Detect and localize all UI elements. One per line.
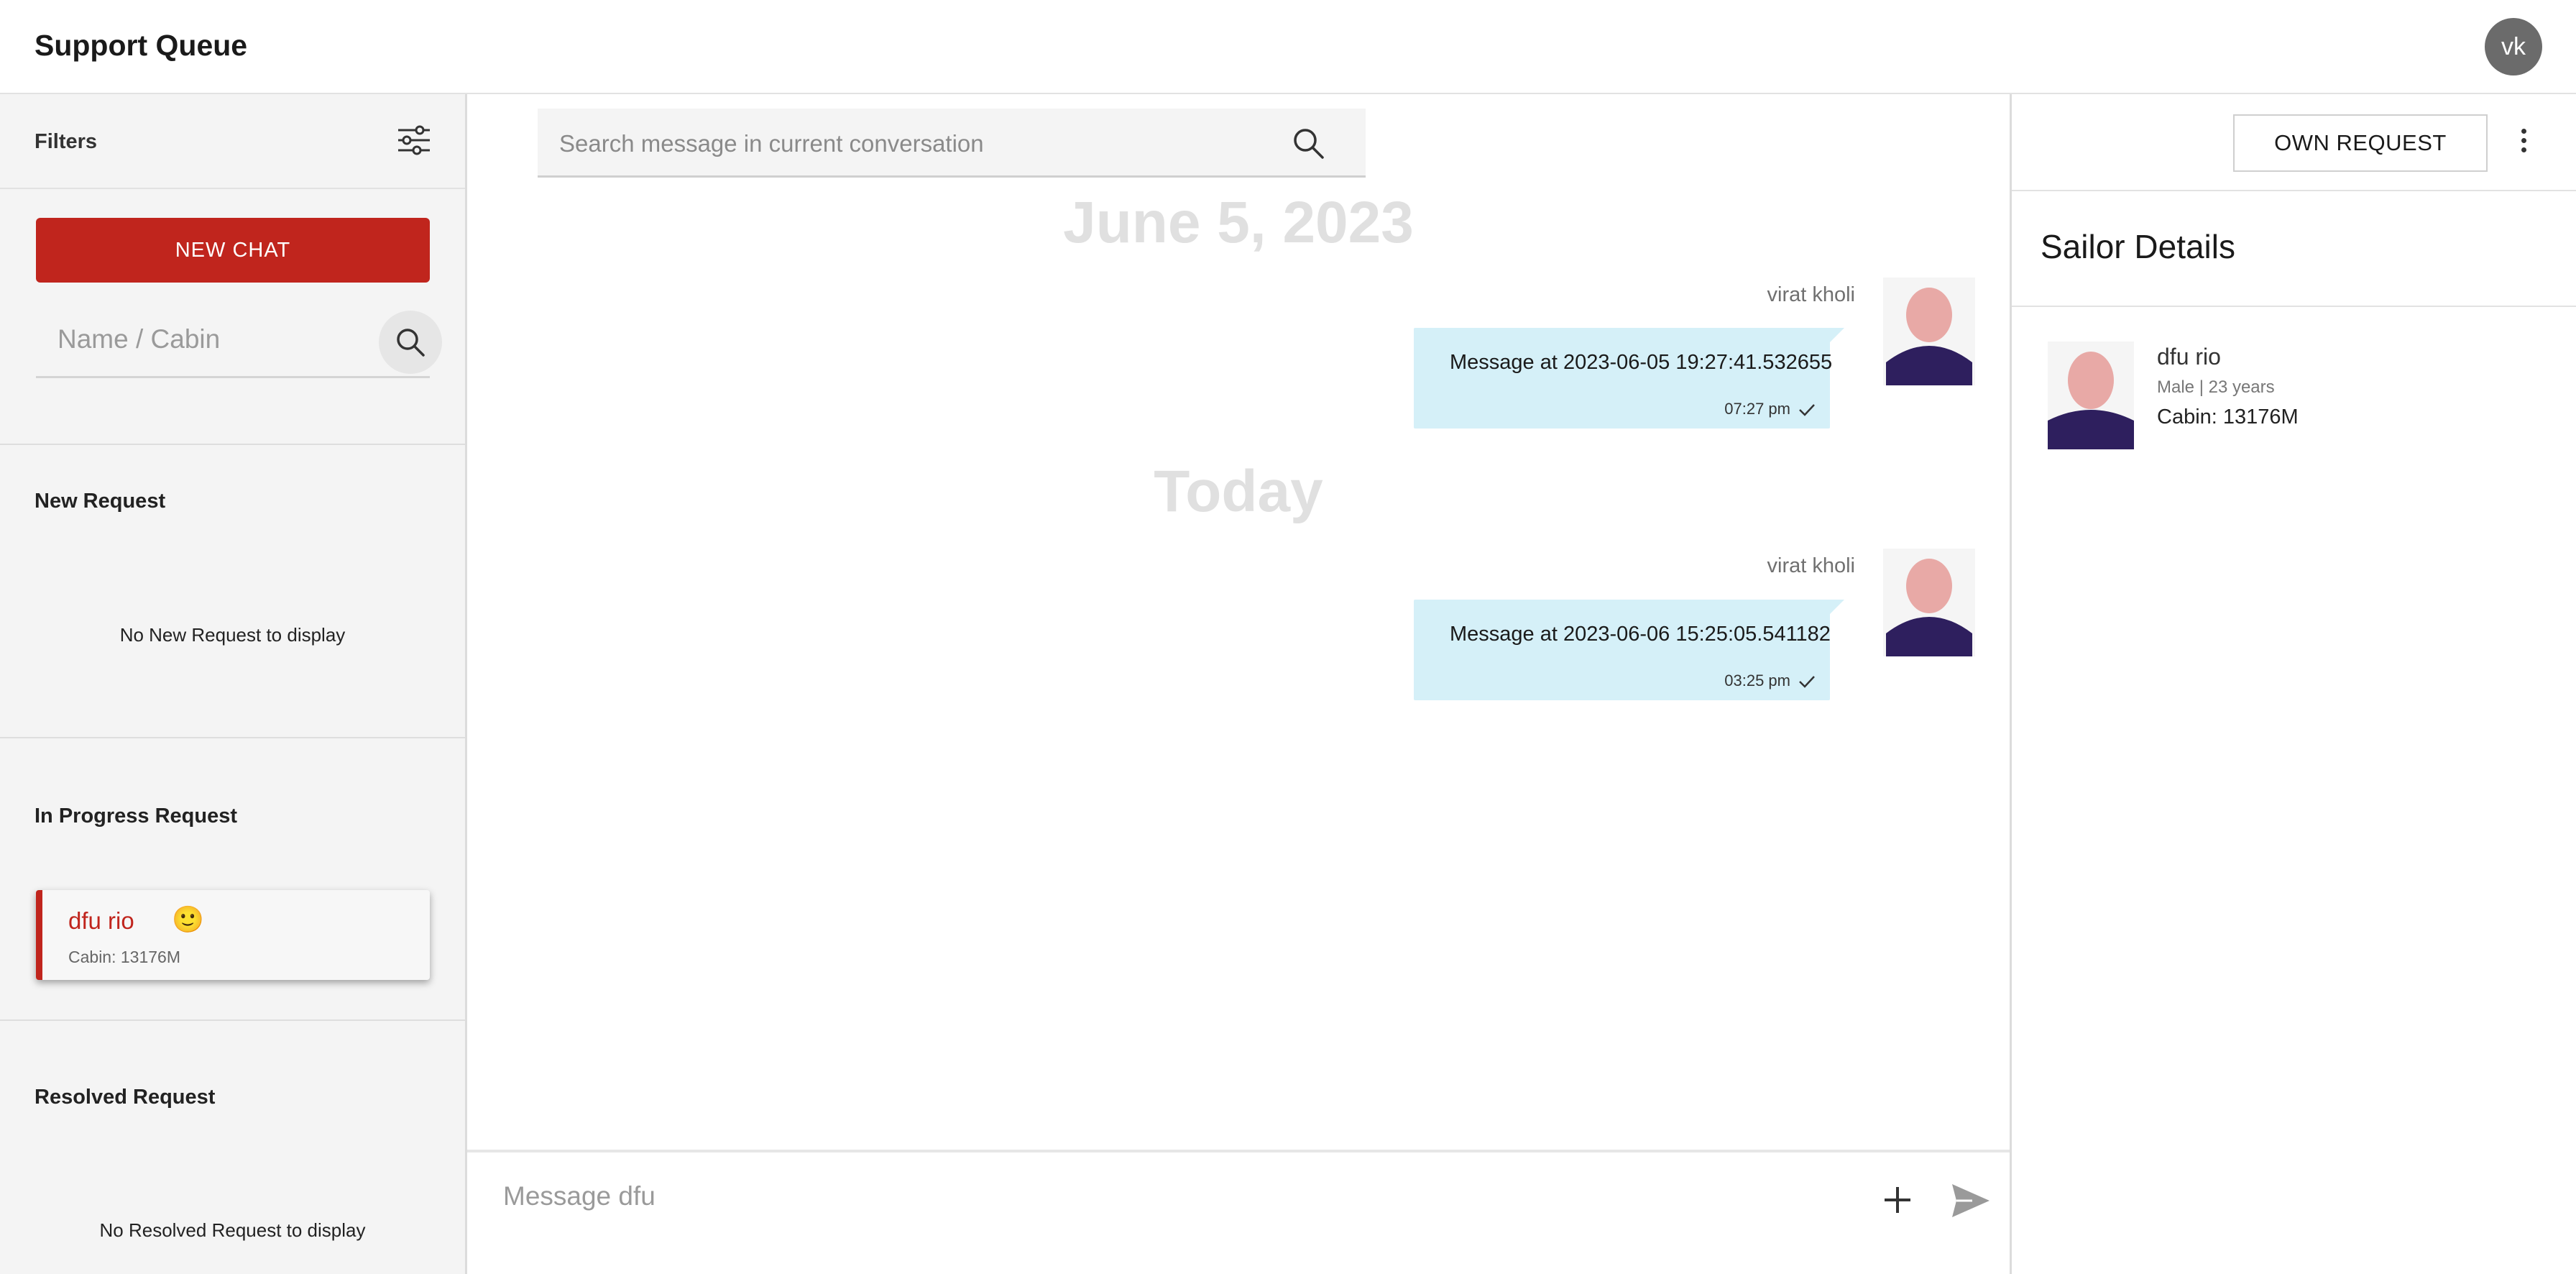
user-avatar[interactable]: vk [2485, 18, 2542, 75]
new-request-empty: No New Request to display [119, 624, 346, 646]
in-progress-request-card[interactable]: dfu rio 🙂 Cabin: 13176M [36, 890, 430, 980]
sailor-cabin: Cabin: 13176M [2157, 405, 2299, 429]
name-cabin-search-input[interactable]: Name / Cabin [58, 324, 220, 354]
section-divider [0, 1019, 465, 1021]
message-text: Message at 2023-06-06 15:25:05.541182 [1450, 623, 1831, 646]
more-options-icon[interactable] [2519, 129, 2528, 157]
message-bubble: Message at 2023-06-06 15:25:05.541182 03… [1414, 600, 1844, 700]
message-time: 03:25 pm [1724, 672, 1790, 689]
message-text: Message at 2023-06-05 19:27:41.532655 [1450, 351, 1833, 374]
check-icon [1799, 404, 1815, 416]
sender-avatar [1883, 278, 1975, 385]
app-title: Support Queue [34, 29, 248, 62]
sailor-meta: Male | 23 years [2157, 377, 2275, 397]
date-separator: Today [1154, 459, 1323, 524]
queue-sidebar: Filters NEW CHAT Name / Cabin New Reques… [0, 94, 467, 1274]
message-input[interactable]: Message dfu [503, 1181, 656, 1211]
message-composer: Message dfu [467, 1150, 2010, 1274]
top-header: Support Queue vk [0, 0, 2576, 94]
request-cabin: Cabin: 13176M [68, 948, 180, 966]
name-cabin-search[interactable]: Name / Cabin [36, 306, 442, 378]
section-divider [0, 737, 465, 738]
sailor-name: dfu rio [2157, 344, 2221, 370]
search-icon[interactable] [1291, 126, 1325, 160]
request-name: dfu rio [68, 907, 134, 934]
details-toolbar: OWN REQUEST [2012, 94, 2576, 191]
conversation-search-input[interactable]: Search message in current conversation [559, 130, 984, 157]
new-request-title: New Request [34, 490, 166, 513]
message-bubble: Message at 2023-06-05 19:27:41.532655 07… [1414, 328, 1844, 429]
conversation-search[interactable]: Search message in current conversation [538, 109, 1366, 178]
send-icon[interactable] [1951, 1183, 1991, 1219]
bubble-tail [1828, 600, 1844, 615]
sender-avatar [1883, 549, 1975, 656]
search-icon [397, 329, 425, 357]
message-sender: virat kholi [1767, 283, 1856, 306]
sailor-details-panel: OWN REQUEST Sailor Details dfu rio Male … [2010, 94, 2576, 1274]
own-request-button[interactable]: OWN REQUEST [2233, 114, 2488, 172]
section-divider [0, 444, 465, 445]
sailor-avatar [2048, 342, 2134, 449]
details-title: Sailor Details [2041, 228, 2235, 265]
message-time: 07:27 pm [1724, 400, 1790, 418]
bubble-tail [1828, 328, 1844, 344]
resolved-title: Resolved Request [34, 1086, 216, 1109]
filter-sliders-icon[interactable] [397, 124, 431, 156]
chat-panel: Search message in current conversation J… [467, 94, 2010, 1274]
resolved-empty: No Resolved Request to display [99, 1219, 366, 1241]
date-separator: June 5, 2023 [1063, 190, 1414, 255]
filters-label: Filters [34, 130, 98, 153]
plus-icon[interactable] [1880, 1183, 1915, 1217]
check-icon [1799, 676, 1815, 688]
new-chat-button[interactable]: NEW CHAT [36, 218, 430, 283]
in-progress-title: In Progress Request [34, 805, 238, 828]
mood-emoji-icon: 🙂 [172, 904, 204, 934]
search-button[interactable] [379, 311, 442, 374]
filters-bar: Filters [0, 94, 465, 189]
message-sender: virat kholi [1767, 554, 1856, 577]
details-header: Sailor Details [2012, 191, 2576, 307]
